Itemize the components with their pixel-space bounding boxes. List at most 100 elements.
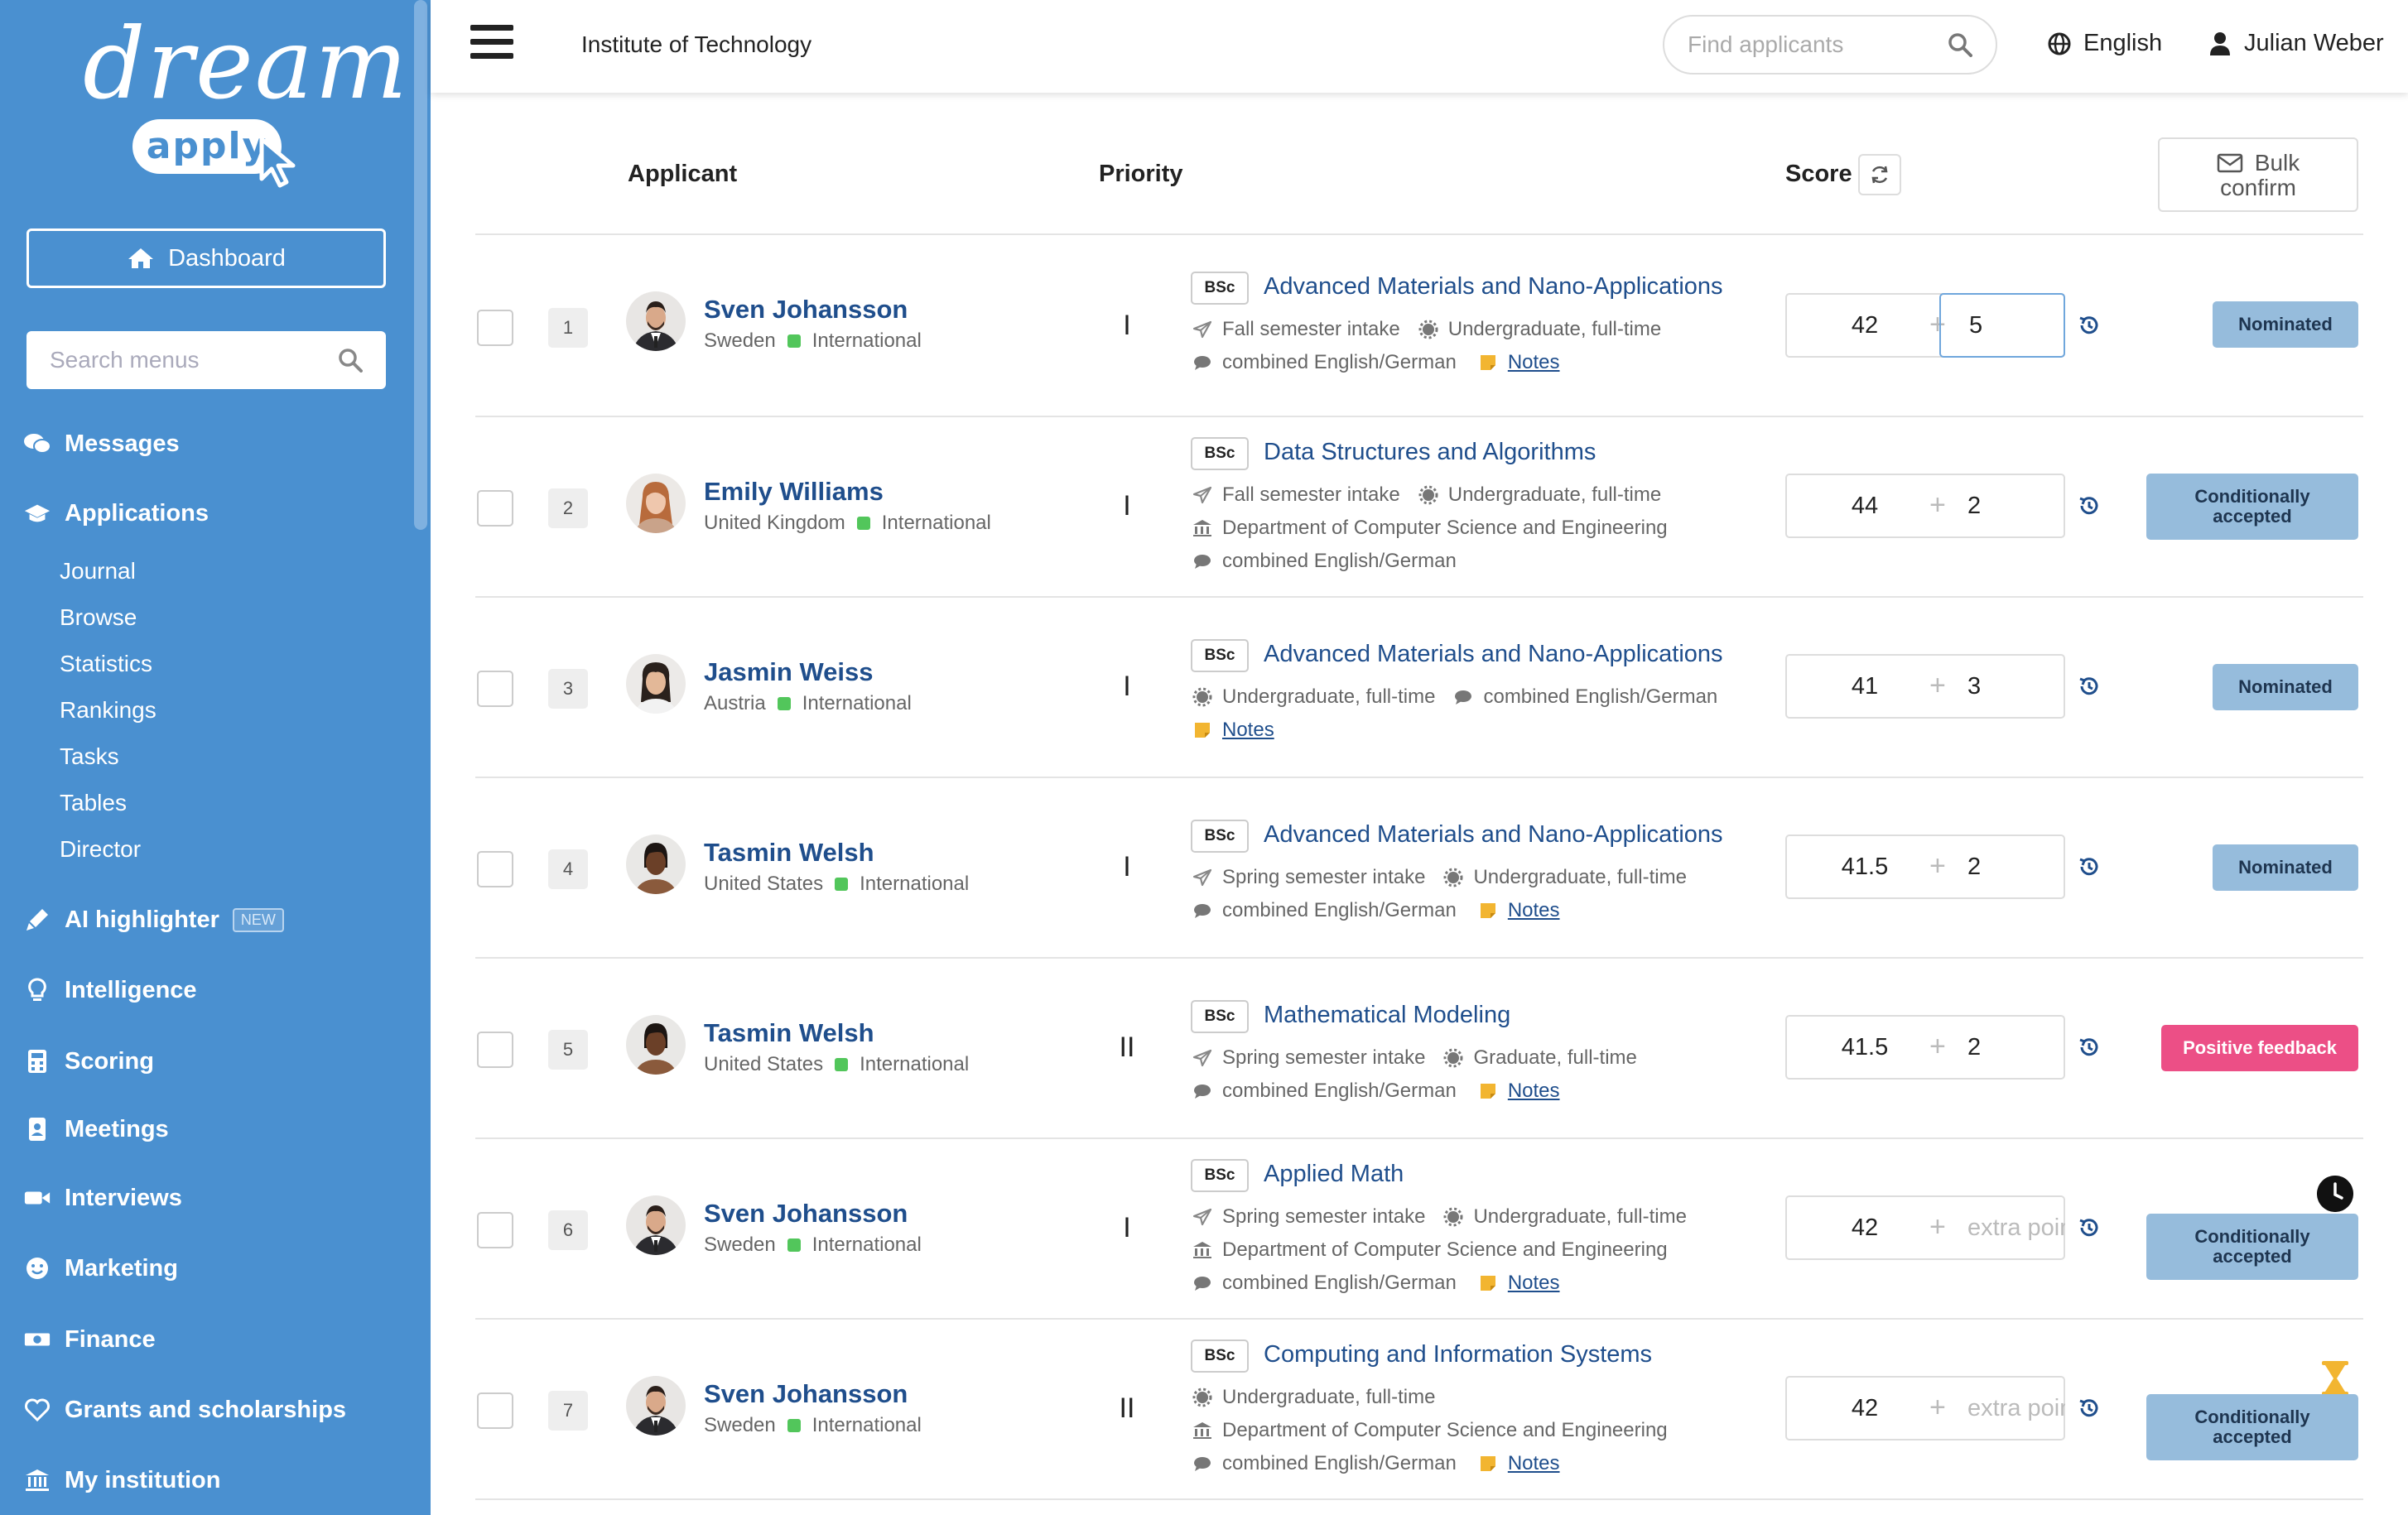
- row-checkbox[interactable]: [477, 1212, 513, 1248]
- degree-badge: BSc: [1191, 1159, 1249, 1192]
- extra-points-input[interactable]: [1939, 474, 2065, 538]
- score-value: 44: [1851, 493, 1879, 519]
- program-link[interactable]: Advanced Materials and Nano-Applications: [1264, 641, 1723, 668]
- status-dot: [835, 878, 849, 891]
- bulk-confirm-button[interactable]: Bulk confirm: [2158, 137, 2358, 212]
- extra-points-input[interactable]: [1939, 1015, 2065, 1080]
- score-field: 42 +: [1785, 293, 2065, 358]
- row-checkbox[interactable]: [477, 671, 513, 707]
- status-badge[interactable]: Nominated: [2213, 664, 2358, 710]
- extra-points-input[interactable]: [1939, 293, 2065, 358]
- score-value: 42: [1851, 1214, 1879, 1241]
- notes-link[interactable]: Notes: [1508, 899, 1560, 922]
- institution-icon: [1192, 1421, 1212, 1440]
- applicant-meta: United Kingdom International: [704, 512, 991, 535]
- applicant-name[interactable]: Sven Johansson: [704, 1379, 908, 1409]
- row-checkbox[interactable]: [477, 490, 513, 527]
- extra-points-input[interactable]: [1939, 1376, 2065, 1440]
- status-badge[interactable]: Nominated: [2213, 301, 2358, 348]
- institution-icon: [1192, 519, 1212, 537]
- applicant-type: International: [802, 692, 912, 714]
- notes-link[interactable]: Notes: [1508, 1452, 1560, 1475]
- table-row: 3 Jasmin Weiss Austria International I B…: [0, 598, 2408, 778]
- program-link[interactable]: Applied Math: [1264, 1161, 1404, 1188]
- applicant-name[interactable]: Tasmin Welsh: [704, 838, 874, 868]
- score-refresh-button[interactable]: [1858, 154, 1901, 195]
- status-badge[interactable]: Positive feedback: [2161, 1025, 2358, 1071]
- history-icon[interactable]: [2077, 1215, 2102, 1240]
- history-icon[interactable]: [2077, 1035, 2102, 1060]
- applicant-avatar[interactable]: [626, 291, 686, 351]
- row-checkbox[interactable]: [477, 851, 513, 887]
- row-number: 3: [548, 669, 588, 709]
- hamburger-menu-icon[interactable]: [470, 25, 513, 61]
- history-icon[interactable]: [2077, 854, 2102, 879]
- table-row: 2 Emily Williams United Kingdom Internat…: [0, 417, 2408, 598]
- score-field: 42 +: [1785, 1195, 2065, 1260]
- row-checkbox[interactable]: [477, 1032, 513, 1068]
- program-link[interactable]: Advanced Materials and Nano-Applications: [1264, 273, 1723, 301]
- status-dot: [835, 1058, 849, 1071]
- applicant-name[interactable]: Emily Williams: [704, 477, 884, 507]
- program-link[interactable]: Computing and Information Systems: [1264, 1341, 1652, 1368]
- applicant-name[interactable]: Sven Johansson: [704, 1199, 908, 1229]
- table-row: 7 Sven Johansson Sweden International II…: [0, 1320, 2408, 1500]
- table-row: 6 Sven Johansson Sweden International I …: [0, 1139, 2408, 1320]
- program-link[interactable]: Data Structures and Algorithms: [1264, 439, 1596, 466]
- applicant-name[interactable]: Tasmin Welsh: [704, 1018, 874, 1048]
- applicant-avatar[interactable]: [626, 1376, 686, 1436]
- applicant-name[interactable]: Sven Johansson: [704, 295, 908, 325]
- level-text: Graduate, full-time: [1473, 1046, 1637, 1069]
- applicant-search-input[interactable]: [1688, 31, 1936, 58]
- extra-points-input[interactable]: [1939, 1195, 2065, 1260]
- history-icon[interactable]: [2077, 1396, 2102, 1421]
- gear-icon: [1418, 320, 1438, 339]
- search-icon[interactable]: [1948, 32, 1972, 57]
- status-badge[interactable]: Conditionally accepted: [2146, 1214, 2358, 1280]
- applicant-avatar[interactable]: [626, 1195, 686, 1255]
- intake-text: Spring semester intake: [1222, 866, 1426, 888]
- hourglass-icon[interactable]: [2319, 1359, 2352, 1397]
- clock-icon[interactable]: [2317, 1176, 2353, 1212]
- history-icon[interactable]: [2077, 674, 2102, 699]
- applicant-avatar[interactable]: [626, 474, 686, 533]
- applicant-name[interactable]: Jasmin Weiss: [704, 657, 873, 687]
- applicant-avatar[interactable]: [626, 1015, 686, 1075]
- level-text: Undergraduate, full-time: [1473, 1205, 1687, 1228]
- applicant-meta: United States International: [704, 1053, 969, 1076]
- language-selector[interactable]: English: [2047, 30, 2162, 57]
- status-badge[interactable]: Nominated: [2213, 844, 2358, 891]
- notes-link[interactable]: Notes: [1508, 1080, 1560, 1103]
- refresh-icon: [1871, 166, 1888, 184]
- status-badge[interactable]: Conditionally accepted: [2146, 474, 2358, 540]
- program-link[interactable]: Advanced Materials and Nano-Applications: [1264, 821, 1723, 849]
- user-menu[interactable]: Julian Weber: [2209, 30, 2384, 57]
- envelope-icon: [2217, 153, 2243, 173]
- language-text: combined English/German: [1222, 1452, 1457, 1474]
- applicant-avatar[interactable]: [626, 654, 686, 714]
- applicant-avatar[interactable]: [626, 834, 686, 894]
- program-details: Fall semester intake Undergraduate, full…: [1192, 318, 1661, 341]
- notes-link[interactable]: Notes: [1508, 1272, 1560, 1295]
- gear-icon: [1192, 687, 1212, 707]
- cursor-icon: [259, 137, 296, 188]
- intake-text: Fall semester intake: [1222, 318, 1400, 340]
- extra-points-input[interactable]: [1939, 654, 2065, 719]
- comment-icon: [1192, 553, 1212, 570]
- program-details: Undergraduate, full-time: [1192, 1386, 1435, 1409]
- score-field: 41 +: [1785, 654, 2065, 719]
- status-badge[interactable]: Conditionally accepted: [2146, 1394, 2358, 1460]
- logo-wordmark: dream: [83, 7, 410, 121]
- notes-link[interactable]: Notes: [1222, 719, 1274, 742]
- row-checkbox[interactable]: [477, 310, 513, 346]
- notes-link[interactable]: Notes: [1508, 351, 1560, 374]
- applicant-meta: United States International: [704, 873, 969, 896]
- dreamapply-logo[interactable]: dream apply: [83, 7, 407, 189]
- applicant-search-field[interactable]: [1663, 15, 1997, 75]
- status-dot: [787, 1238, 801, 1252]
- row-checkbox[interactable]: [477, 1392, 513, 1429]
- extra-points-input[interactable]: [1939, 834, 2065, 899]
- history-icon[interactable]: [2077, 493, 2102, 518]
- history-icon[interactable]: [2077, 313, 2102, 338]
- program-link[interactable]: Mathematical Modeling: [1264, 1002, 1510, 1029]
